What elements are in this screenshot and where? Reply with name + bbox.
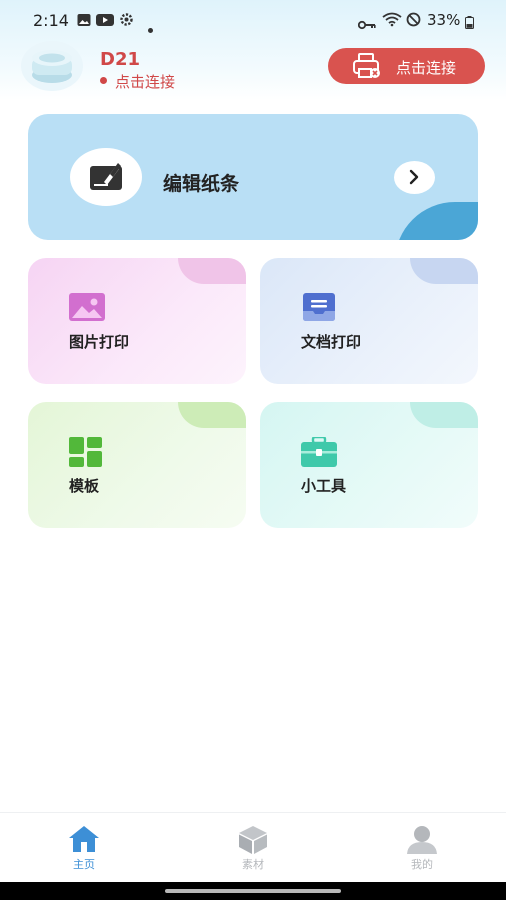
photo-print-label: 图片打印: [69, 333, 130, 351]
connect-button[interactable]: 点击连接: [328, 48, 485, 84]
device-avatar[interactable]: [21, 41, 83, 91]
battery-percentage: 33%: [427, 11, 461, 29]
chevron-right-icon: [409, 169, 419, 185]
nav-profile[interactable]: 我的: [372, 813, 472, 883]
template-grid-icon: [69, 437, 103, 471]
card-decoration: [395, 202, 478, 240]
do-not-disturb-icon: [406, 12, 421, 31]
cube-icon: [239, 826, 267, 854]
tools-tile[interactable]: 小工具: [260, 402, 478, 528]
edit-note-card[interactable]: 编辑纸条: [28, 114, 478, 240]
connection-status-link[interactable]: 点击连接: [115, 71, 175, 92]
user-icon: [407, 826, 437, 854]
bottom-navigation: 主页 素材 我的: [0, 812, 506, 883]
settings-gear-icon: [119, 12, 134, 31]
image-icon: [69, 293, 105, 327]
tile-decoration: [410, 402, 478, 428]
edit-note-icon-circle: [70, 148, 142, 206]
battery-icon: [465, 14, 474, 33]
disconnected-status-dot: [100, 77, 107, 84]
printer-disconnected-icon: [352, 52, 382, 84]
tile-decoration: [178, 258, 246, 284]
youtube-icon: [96, 12, 114, 31]
wifi-icon: [382, 12, 402, 31]
status-bar: 2:14 33%: [0, 0, 506, 40]
photo-print-tile[interactable]: 图片打印: [28, 258, 246, 384]
connect-button-label: 点击连接: [396, 59, 457, 77]
printer-device-image: [32, 50, 72, 83]
status-time: 2:14: [33, 11, 69, 30]
nav-home-label: 主页: [73, 858, 95, 871]
home-icon: [69, 826, 99, 852]
edit-note-icon: [90, 163, 122, 190]
tile-decoration: [410, 258, 478, 284]
nav-materials-label: 素材: [242, 858, 264, 871]
document-icon: [301, 293, 337, 327]
toolbox-icon: [301, 435, 337, 471]
device-name: D21: [100, 49, 140, 70]
template-label: 模板: [69, 477, 100, 495]
tools-label: 小工具: [301, 477, 347, 495]
document-print-tile[interactable]: 文档打印: [260, 258, 478, 384]
chevron-right-button[interactable]: [394, 161, 435, 194]
nav-home[interactable]: 主页: [34, 813, 134, 883]
notification-dot-icon: [148, 18, 153, 37]
document-print-label: 文档打印: [301, 333, 362, 351]
home-gesture-handle[interactable]: [165, 889, 341, 893]
tile-decoration: [178, 402, 246, 428]
template-tile[interactable]: 模板: [28, 402, 246, 528]
nav-materials[interactable]: 素材: [203, 813, 303, 883]
gallery-icon: [77, 12, 91, 31]
nav-profile-label: 我的: [411, 858, 433, 871]
vpn-key-icon: [357, 15, 376, 34]
edit-note-label: 编辑纸条: [163, 173, 240, 195]
